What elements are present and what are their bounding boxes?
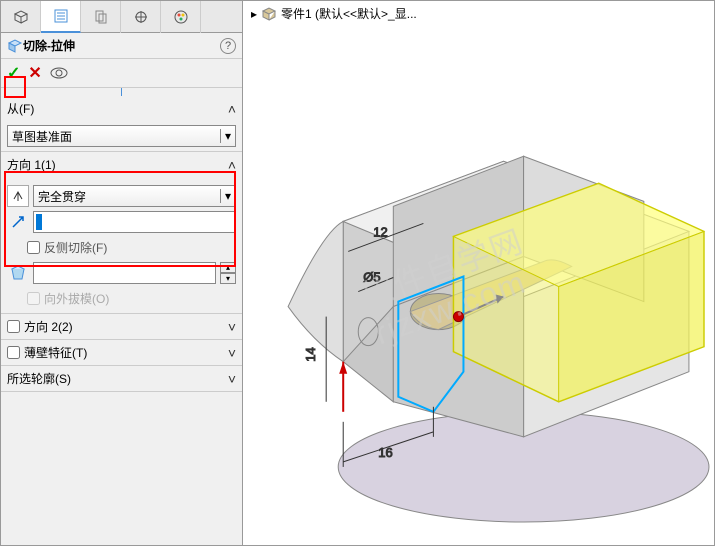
help-icon[interactable]: ?: [220, 38, 236, 54]
section-direction2: 方向 2(2) ˅: [1, 314, 242, 340]
tab-dim[interactable]: [121, 1, 161, 33]
thin-feature-checkbox[interactable]: [7, 346, 20, 359]
feature-title: 切除-拉伸: [23, 37, 220, 54]
expand-tree-icon[interactable]: ▸: [251, 7, 257, 21]
model-view[interactable]: 12 Ø5 14 16: [243, 31, 714, 542]
section-from-header[interactable]: 从(F) ˄: [1, 96, 242, 121]
section-contours-header[interactable]: 所选轮廓(S) ˅: [1, 366, 242, 391]
reverse-direction-button[interactable]: [7, 185, 29, 207]
dim-phi5: Ø5: [363, 270, 380, 285]
tab-configuration[interactable]: [81, 1, 121, 33]
graphics-viewport[interactable]: ▸ 零件1 (默认<<默认>_显...: [243, 1, 714, 545]
section-contours: 所选轮廓(S) ˅: [1, 366, 242, 392]
draft-outward-checkbox: [27, 292, 40, 305]
part-icon: [261, 6, 277, 22]
tab-property-manager[interactable]: [41, 1, 81, 33]
direction2-checkbox[interactable]: [7, 320, 20, 333]
chevron-up-icon: ˄: [228, 157, 236, 173]
flip-side-checkbox[interactable]: [27, 241, 40, 254]
property-panel: 切除-拉伸 ? ✓ ✕ 从(F) ˄ 草图基准面 ▾ 方向 1(1): [1, 1, 243, 545]
action-bar: ✓ ✕: [1, 59, 242, 88]
chevron-down-icon: ▾: [220, 189, 231, 203]
from-combo[interactable]: 草图基准面 ▾: [7, 125, 236, 147]
cut-extrude-icon: [7, 38, 23, 54]
breadcrumb: ▸ 零件1 (默认<<默认>_显...: [251, 5, 417, 22]
chevron-down-icon: ˅: [228, 345, 236, 361]
section-thin-header[interactable]: 薄壁特征(T) ˅: [1, 340, 242, 365]
tab-feature-tree[interactable]: [1, 1, 41, 33]
direction-reference-input[interactable]: [33, 211, 236, 233]
section-from: 从(F) ˄ 草图基准面 ▾: [1, 96, 242, 152]
chevron-down-icon: ˅: [228, 319, 236, 335]
end-condition-combo[interactable]: 完全贯穿 ▾: [33, 185, 236, 207]
dim-16: 16: [378, 445, 392, 460]
part-name[interactable]: 零件1 (默认<<默认>_显...: [281, 5, 417, 22]
draft-angle-input[interactable]: [33, 262, 216, 284]
preview-icon[interactable]: [50, 66, 68, 80]
tab-appearance[interactable]: [161, 1, 201, 33]
dim-12: 12: [373, 224, 387, 239]
direction-arrow-icon: [7, 211, 29, 233]
tab-bar: [1, 1, 242, 33]
chevron-down-icon: ▾: [220, 129, 231, 143]
draft-icon: [7, 262, 29, 284]
chevron-up-icon: ˄: [228, 101, 236, 117]
section-direction2-header[interactable]: 方向 2(2) ˅: [1, 314, 242, 339]
ok-button[interactable]: ✓: [7, 63, 20, 83]
draft-spinner[interactable]: ▴▾: [220, 262, 236, 284]
cancel-button[interactable]: ✕: [28, 63, 41, 83]
section-thin-feature: 薄壁特征(T) ˅: [1, 340, 242, 366]
section-direction1-header[interactable]: 方向 1(1) ˄: [1, 152, 242, 177]
dim-14: 14: [303, 347, 318, 361]
feature-header: 切除-拉伸 ?: [1, 33, 242, 59]
section-direction1: 方向 1(1) ˄ 完全贯穿 ▾: [1, 152, 242, 314]
chevron-down-icon: ˅: [228, 371, 236, 387]
